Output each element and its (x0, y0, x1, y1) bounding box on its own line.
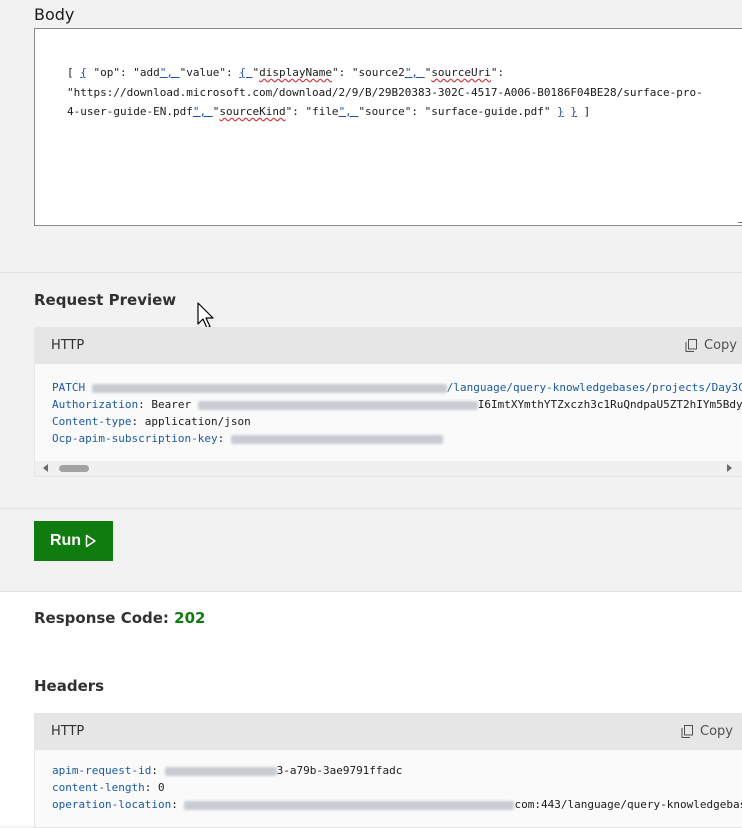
copy-button[interactable]: Copy (681, 724, 733, 739)
response-code: Response Code: 202 (34, 609, 205, 627)
response-code-value: 202 (174, 609, 205, 627)
header-line-content-length: content-length: 0 (52, 781, 165, 794)
redacted-key (231, 435, 443, 444)
header-line-request-id: apim-request-id: 3-a79b-3ae9791ffadc (52, 764, 402, 777)
body-line-2: "https://download.microsoft.com/download… (67, 83, 742, 103)
code-language-label: HTTP (51, 724, 84, 739)
divider (0, 272, 742, 273)
redacted-token (198, 401, 478, 410)
code-line-auth: Authorization: Bearer I6ImtXYmthYTZxczh3… (52, 398, 742, 411)
copy-icon (685, 339, 698, 352)
header-line-operation-location: operation-location: com:443/language/que… (52, 798, 742, 811)
request-preview-title: Request Preview (34, 291, 176, 309)
redacted-id (165, 767, 277, 776)
code-line-patch: PATCH /language/query-knowledgebases/pro… (52, 381, 742, 394)
headers-title: Headers (34, 677, 104, 695)
request-preview-code: HTTP Copy PATCH /language/query-knowledg… (34, 327, 742, 477)
mouse-cursor-icon (197, 302, 215, 330)
body-line-1: [ { "op": "add", "value": { "displayName… (67, 63, 742, 83)
redacted-url (184, 801, 514, 810)
body-label: Body (34, 5, 74, 24)
horizontal-scrollbar[interactable] (35, 461, 742, 476)
run-button[interactable]: Run (34, 521, 113, 561)
scroll-left-icon[interactable] (43, 464, 48, 472)
code-header: HTTP Copy (35, 328, 742, 364)
copy-button[interactable]: Copy (685, 338, 737, 353)
body-textarea[interactable]: [ { "op": "add", "value": { "displayName… (34, 28, 742, 226)
copy-icon (681, 725, 694, 738)
resize-handle[interactable] (738, 214, 742, 223)
body-line-3: 4-user-guide-EN.pdf", "sourceKind": "fil… (67, 102, 742, 122)
scroll-right-icon[interactable] (727, 464, 732, 472)
response-panel: Response Code: 202 Headers HTTP Copy api… (0, 592, 742, 826)
code-header: HTTP Copy (35, 714, 742, 750)
scrollbar-thumb[interactable] (59, 465, 89, 472)
code-line-content-type: Content-type: application/json (52, 415, 251, 428)
redacted-url (92, 384, 447, 393)
code-line-subscription-key: Ocp-apim-subscription-key: (52, 432, 443, 445)
code-language-label: HTTP (51, 338, 84, 353)
play-icon (85, 534, 97, 548)
headers-code: HTTP Copy apim-request-id: 3-a79b-3ae979… (34, 713, 742, 828)
divider (0, 508, 742, 509)
